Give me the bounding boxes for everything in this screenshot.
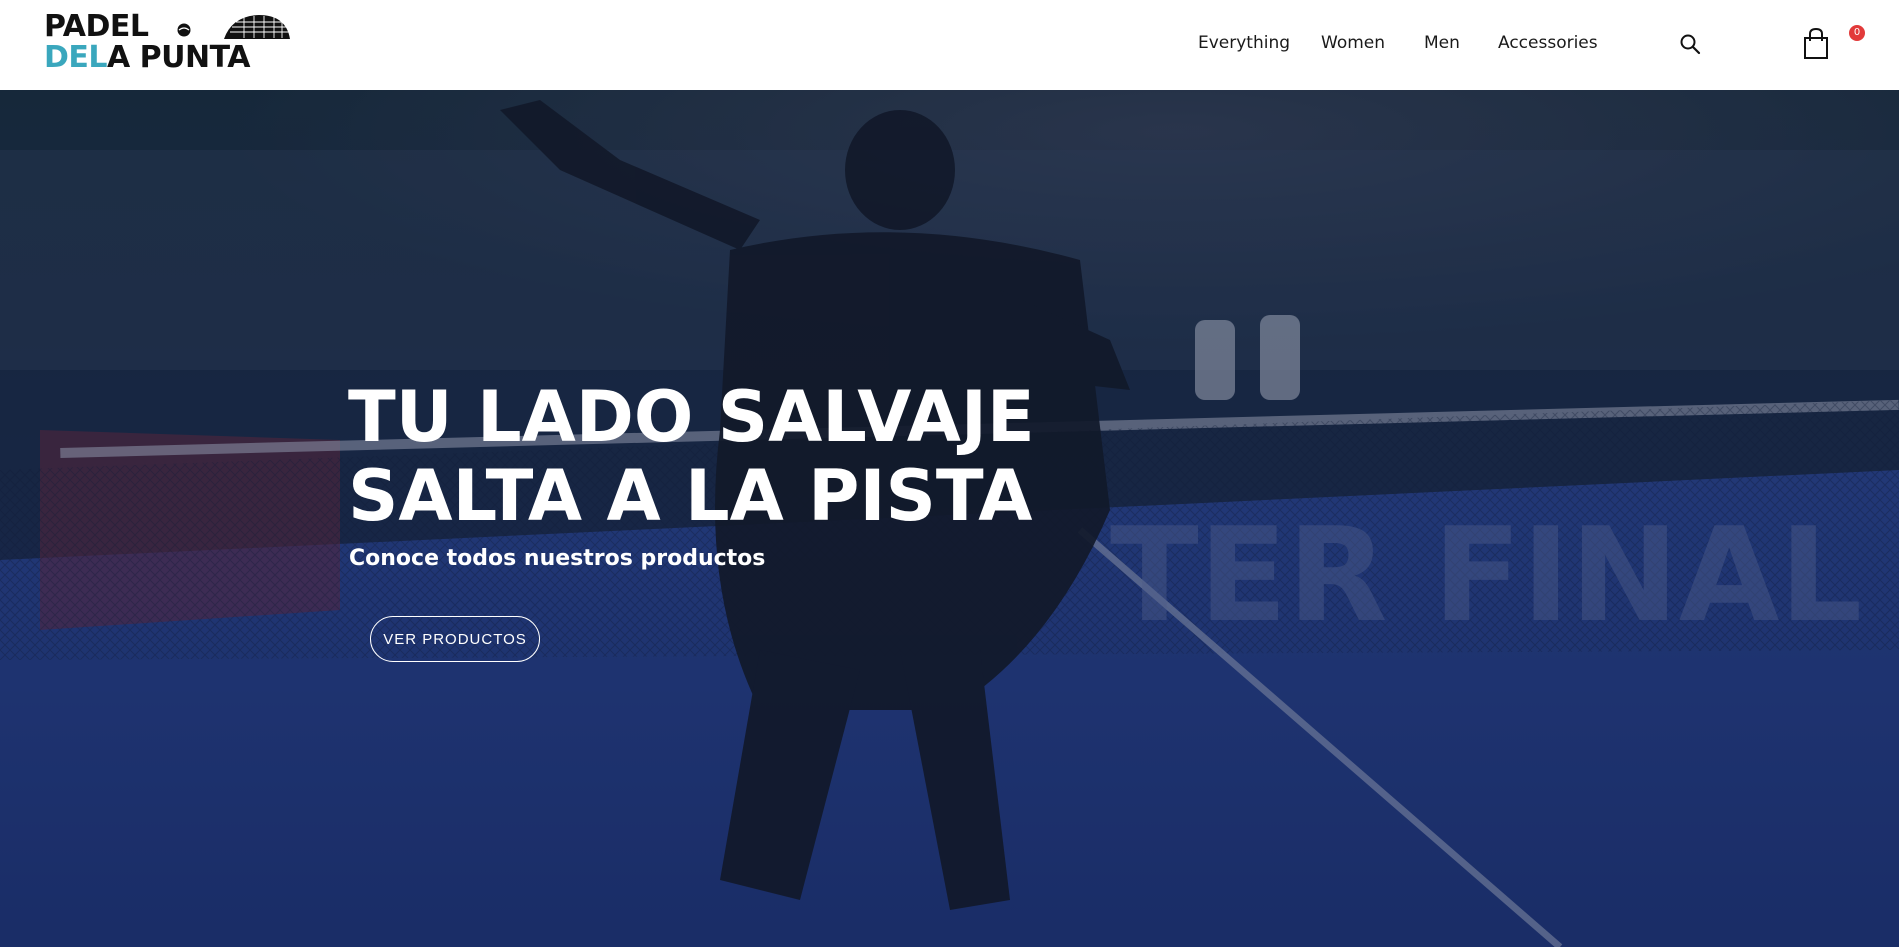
- logo-line-1: PADEL: [44, 9, 149, 44]
- nav-item-everything[interactable]: Everything: [1198, 33, 1290, 53]
- hero-subtitle: Conoce todos nuestros productos: [349, 546, 766, 571]
- site-header: PADEL DELA PUNTA Everything Women Men Ac…: [0, 0, 1899, 90]
- search-icon[interactable]: [1679, 33, 1701, 55]
- view-products-button[interactable]: VER PRODUCTOS: [370, 616, 540, 662]
- cart-count-badge: 0: [1849, 25, 1865, 41]
- hero-title-line-1: TU LADO SALVAJE: [348, 376, 1035, 458]
- hero-title-line-2: SALTA A LA PISTA: [348, 455, 1033, 537]
- logo-line-2: DELA PUNTA: [44, 40, 250, 75]
- padel-racket-icon: [177, 15, 290, 39]
- nav-item-accessories[interactable]: Accessories: [1498, 33, 1598, 53]
- hero-title: TU LADO SALVAJE SALTA A LA PISTA: [348, 378, 1035, 536]
- nav-item-women[interactable]: Women: [1321, 33, 1385, 53]
- hero-banner: TER FINAL TU LADO SALVAJE SALTA A LA PIS…: [0, 90, 1899, 947]
- shopping-bag-icon[interactable]: [1798, 27, 1834, 61]
- site-logo[interactable]: PADEL DELA PUNTA: [44, 9, 290, 75]
- nav-item-men[interactable]: Men: [1424, 33, 1460, 53]
